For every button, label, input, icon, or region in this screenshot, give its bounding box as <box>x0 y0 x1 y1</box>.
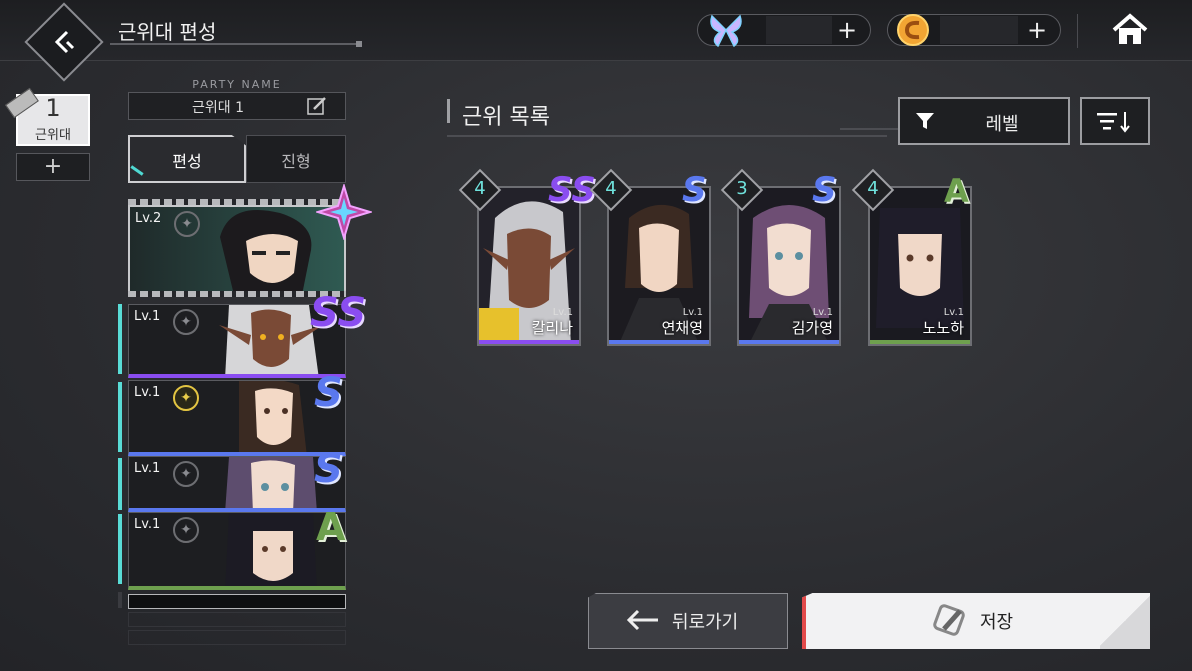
save-icon <box>932 603 968 639</box>
list-title-marker <box>447 99 450 123</box>
class-badge-icon: ✦ <box>173 309 199 335</box>
member-level: Lv.1 <box>134 461 161 476</box>
card-name: 연채영 <box>661 319 703 337</box>
class-badge-icon: ✦ <box>173 517 199 543</box>
gold-coin-icon <box>893 10 933 50</box>
slot-marker <box>118 382 122 452</box>
member-level: Lv.1 <box>134 309 161 324</box>
party-member-slot[interactable]: Lv.1 ✦ <box>128 512 346 590</box>
title-underline <box>110 43 360 45</box>
empty-member-slot[interactable] <box>128 594 346 609</box>
member-rank: S <box>314 370 343 416</box>
leader-star-icon <box>314 182 374 242</box>
tab-formation-label: 편성 <box>172 152 202 171</box>
character-card[interactable]: Lv.1 연채영 <box>607 186 711 346</box>
save-button-decoration <box>1100 593 1150 649</box>
add-party-slot-button[interactable]: + <box>16 153 90 181</box>
party-name-value: 근위대 1 <box>192 100 244 116</box>
filter-label: 레벨 <box>985 114 1019 135</box>
party-slot-label: 근위대 <box>35 128 71 143</box>
tab-arrangement-label: 진형 <box>281 152 311 171</box>
class-badge-icon: ✦ <box>174 211 200 237</box>
card-rank: S <box>682 170 707 210</box>
back-button-label: 뒤로가기 <box>672 612 739 633</box>
empty-member-slot[interactable] <box>128 612 346 627</box>
back-arrow-icon <box>626 608 660 632</box>
back-arrow-icon <box>36 14 92 70</box>
member-rank: S <box>314 446 343 492</box>
list-title: 근위 목록 <box>462 105 550 130</box>
card-name: 칼리나 <box>531 319 573 337</box>
party-name-caption: PARTY NAME <box>192 78 282 91</box>
page-title: 근위대 편성 <box>118 20 217 44</box>
slot-marker <box>118 592 122 608</box>
filter-icon <box>914 111 936 131</box>
class-badge-icon: ✦ <box>173 385 199 411</box>
card-rank-bar <box>870 340 970 344</box>
divider <box>1077 14 1078 48</box>
slot-marker <box>118 304 122 374</box>
party-member-slot-leader[interactable]: Lv.2 ✦ <box>128 205 346 293</box>
card-rank: A <box>944 172 969 210</box>
empty-member-slot[interactable] <box>128 630 346 645</box>
slot-marker <box>118 458 122 510</box>
card-rank: SS <box>548 170 596 210</box>
list-title-underline <box>840 128 900 130</box>
card-rank: S <box>812 170 837 210</box>
sort-icon <box>1097 110 1135 134</box>
home-icon[interactable] <box>1110 12 1150 48</box>
currency-gold-value <box>940 16 1018 44</box>
slot-marker <box>118 514 122 584</box>
member-rank: SS <box>310 290 367 336</box>
member-level: Lv.1 <box>134 517 161 532</box>
card-stars: 4 <box>474 178 486 199</box>
party-slot-number: 1 <box>45 94 61 122</box>
member-level: Lv.1 <box>134 385 161 400</box>
card-name: 노노하 <box>922 319 964 337</box>
list-title-underline <box>447 135 887 137</box>
member-rank: A <box>316 505 346 549</box>
card-rank-bar <box>739 340 839 344</box>
currency-crystal-value <box>766 16 832 44</box>
butterfly-crystal-icon <box>706 10 746 50</box>
class-badge-icon: ✦ <box>173 461 199 487</box>
card-rank-bar <box>479 340 579 344</box>
add-crystal-button[interactable]: + <box>834 17 860 43</box>
save-button-label: 저장 <box>980 612 1014 633</box>
save-button[interactable] <box>802 593 1150 649</box>
add-gold-button[interactable]: + <box>1024 17 1050 43</box>
card-stars: 4 <box>605 178 617 199</box>
edit-icon[interactable] <box>306 96 328 116</box>
title-underline-dot <box>356 41 362 47</box>
character-card[interactable]: Lv.1 노노하 <box>868 186 972 346</box>
character-card[interactable]: Lv.1 칼리나 <box>477 186 581 346</box>
card-stars: 4 <box>867 178 879 199</box>
card-rank-bar <box>609 340 709 344</box>
member-level: Lv.2 <box>135 211 162 226</box>
card-name: 김가영 <box>791 319 833 337</box>
card-stars: 3 <box>736 178 748 199</box>
leader-border-pattern <box>128 199 346 205</box>
character-card[interactable]: Lv.1 김가영 <box>737 186 841 346</box>
